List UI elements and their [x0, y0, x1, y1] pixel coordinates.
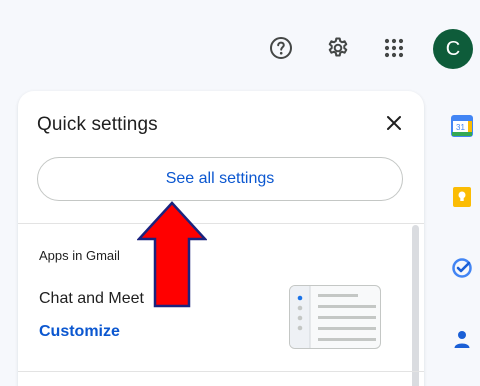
section-heading-apps-in-gmail: Apps in Gmail — [39, 248, 120, 263]
see-all-settings-button[interactable]: See all settings — [37, 157, 403, 201]
contacts-icon[interactable] — [450, 327, 474, 351]
see-all-settings-label: See all settings — [165, 170, 275, 187]
red-arrow-annotation — [137, 201, 207, 308]
help-icon[interactable] — [263, 30, 299, 66]
avatar[interactable]: C — [433, 29, 473, 69]
quick-settings-panel: Quick settings See all settings Apps in … — [18, 91, 424, 386]
chat-and-meet-label: Chat and Meet — [39, 290, 144, 307]
scrollbar[interactable] — [412, 225, 419, 386]
calendar-icon[interactable]: 31 — [450, 114, 474, 138]
calendar-date: 31 — [456, 123, 465, 132]
chat-meet-layout-thumbnail — [289, 285, 381, 349]
avatar-letter: C — [445, 37, 461, 60]
customize-link[interactable]: Customize — [39, 323, 120, 341]
panel-title: Quick settings — [37, 114, 158, 135]
tasks-icon[interactable] — [450, 256, 474, 280]
gear-icon[interactable] — [320, 30, 356, 66]
keep-icon[interactable] — [450, 185, 474, 209]
gmail-screen: C 31 Quick settings See all settings App… — [0, 0, 480, 386]
close-icon[interactable] — [379, 108, 409, 138]
divider — [18, 223, 424, 224]
divider — [18, 371, 424, 372]
apps-grid-icon[interactable] — [376, 30, 412, 66]
